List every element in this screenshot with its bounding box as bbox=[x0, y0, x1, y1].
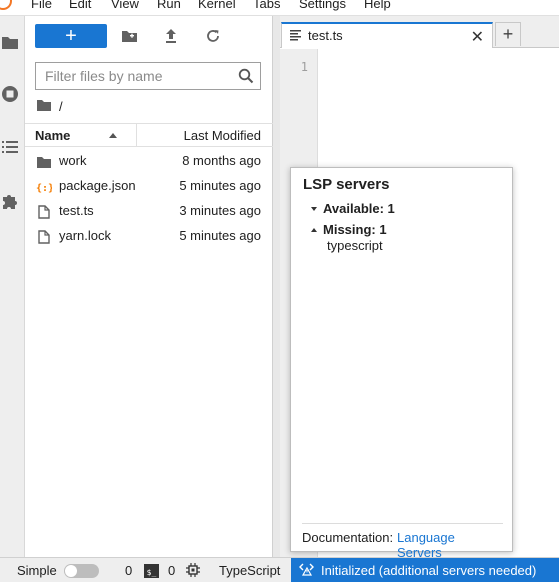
panel-splitter[interactable] bbox=[273, 16, 280, 557]
json-file-icon: {:} bbox=[36, 179, 52, 195]
available-label: Available: 1 bbox=[323, 201, 395, 216]
extensions-icon[interactable] bbox=[0, 189, 20, 213]
missing-server-item: typescript bbox=[327, 238, 383, 253]
file-row-package-json[interactable]: {:} package.json 5 minutes ago bbox=[25, 174, 273, 199]
tab-label: test.ts bbox=[308, 28, 343, 43]
file-row-yarn-lock[interactable]: yarn.lock 5 minutes ago bbox=[25, 224, 273, 249]
home-folder-icon[interactable] bbox=[37, 99, 51, 114]
file-modified: 3 minutes ago bbox=[179, 203, 261, 218]
caret-down-icon bbox=[311, 206, 317, 211]
refresh-icon[interactable] bbox=[203, 26, 223, 46]
name-column-header[interactable]: Name bbox=[35, 128, 70, 143]
popup-title: LSP servers bbox=[303, 176, 390, 193]
menu-view[interactable]: View bbox=[111, 0, 139, 11]
caret-up-icon bbox=[311, 227, 317, 232]
sort-ascending-icon bbox=[109, 133, 117, 138]
file-filter bbox=[35, 62, 261, 90]
missing-servers-toggle[interactable]: Missing: 1 bbox=[311, 222, 387, 237]
menu-edit[interactable]: Edit bbox=[69, 0, 91, 11]
file-name: yarn.lock bbox=[59, 228, 112, 243]
jupyter-logo bbox=[0, 0, 12, 10]
file-browser-toolbar: + bbox=[25, 16, 273, 56]
file-list: work 8 months ago {:} package.json 5 min… bbox=[25, 149, 273, 249]
close-tab-icon[interactable]: ✕ bbox=[471, 27, 484, 47]
simple-mode-toggle[interactable] bbox=[64, 564, 99, 578]
file-modified: 8 months ago bbox=[182, 153, 261, 168]
folder-tab-icon[interactable] bbox=[0, 30, 20, 54]
menu-kernel[interactable]: Kernel bbox=[198, 0, 236, 11]
language-mode[interactable]: TypeScript bbox=[219, 563, 280, 578]
lsp-status-text: Initialized (additional servers needed) bbox=[321, 562, 537, 578]
add-tab-button[interactable]: + bbox=[495, 22, 521, 46]
menu-settings[interactable]: Settings bbox=[299, 0, 346, 11]
kernels-count[interactable]: 0 bbox=[168, 563, 175, 578]
menu-help[interactable]: Help bbox=[364, 0, 391, 11]
status-bar: Simple 0 $_ 0 TypeScript Initialized (ad… bbox=[0, 557, 559, 582]
svg-text:{:}: {:} bbox=[36, 183, 52, 194]
code-warning-icon bbox=[299, 561, 315, 580]
lsp-servers-popup: LSP servers Available: 1 Missing: 1 type… bbox=[290, 167, 513, 560]
simple-mode-label: Simple bbox=[17, 563, 57, 578]
file-modified: 5 minutes ago bbox=[179, 178, 261, 193]
new-folder-icon[interactable] bbox=[119, 26, 139, 46]
running-sessions-icon[interactable] bbox=[0, 82, 20, 106]
breadcrumb-root[interactable]: / bbox=[59, 99, 63, 114]
file-icon bbox=[36, 229, 52, 245]
terminals-count[interactable]: 0 bbox=[125, 563, 132, 578]
filter-files-input[interactable] bbox=[36, 63, 226, 89]
tab-bar: test.ts ✕ + bbox=[280, 16, 559, 48]
text-file-icon bbox=[290, 29, 301, 44]
language-servers-link[interactable]: Language Servers bbox=[397, 530, 503, 560]
menu-file[interactable]: File bbox=[31, 0, 52, 11]
line-number: 1 bbox=[300, 60, 308, 74]
modified-column-header[interactable]: Last Modified bbox=[184, 128, 261, 143]
file-browser: + / Name Last Modified wor bbox=[25, 16, 273, 557]
file-name: work bbox=[59, 153, 87, 168]
documentation-label: Documentation: bbox=[302, 530, 394, 545]
menu-tabs[interactable]: Tabs bbox=[253, 0, 280, 11]
table-of-contents-icon[interactable] bbox=[0, 135, 20, 159]
file-row-test-ts[interactable]: test.ts 3 minutes ago bbox=[25, 199, 273, 224]
file-name: package.json bbox=[59, 178, 136, 193]
new-launcher-button[interactable]: + bbox=[35, 24, 107, 48]
terminal-icon[interactable]: $_ bbox=[144, 564, 159, 578]
popup-footer: Documentation: Language Servers bbox=[302, 523, 503, 560]
toggle-knob bbox=[65, 565, 77, 577]
file-row-work[interactable]: work 8 months ago bbox=[25, 149, 273, 174]
missing-label: Missing: 1 bbox=[323, 222, 387, 237]
folder-icon bbox=[36, 154, 52, 170]
menu-run[interactable]: Run bbox=[157, 0, 181, 11]
activity-bar bbox=[0, 16, 25, 557]
breadcrumb: / bbox=[37, 98, 63, 114]
file-name: test.ts bbox=[59, 203, 94, 218]
column-divider[interactable] bbox=[136, 124, 137, 146]
search-icon bbox=[238, 68, 254, 87]
upload-icon[interactable] bbox=[161, 26, 181, 46]
file-icon bbox=[36, 204, 52, 220]
lsp-status-item[interactable]: Initialized (additional servers needed) bbox=[291, 558, 559, 582]
kernel-chip-icon[interactable] bbox=[186, 563, 200, 580]
menu-bar: File Edit View Run Kernel Tabs Settings … bbox=[0, 0, 559, 16]
available-servers-toggle[interactable]: Available: 1 bbox=[311, 201, 395, 216]
tab-test-ts[interactable]: test.ts ✕ bbox=[281, 22, 493, 48]
file-list-header: Name Last Modified bbox=[25, 123, 273, 147]
file-modified: 5 minutes ago bbox=[179, 228, 261, 243]
